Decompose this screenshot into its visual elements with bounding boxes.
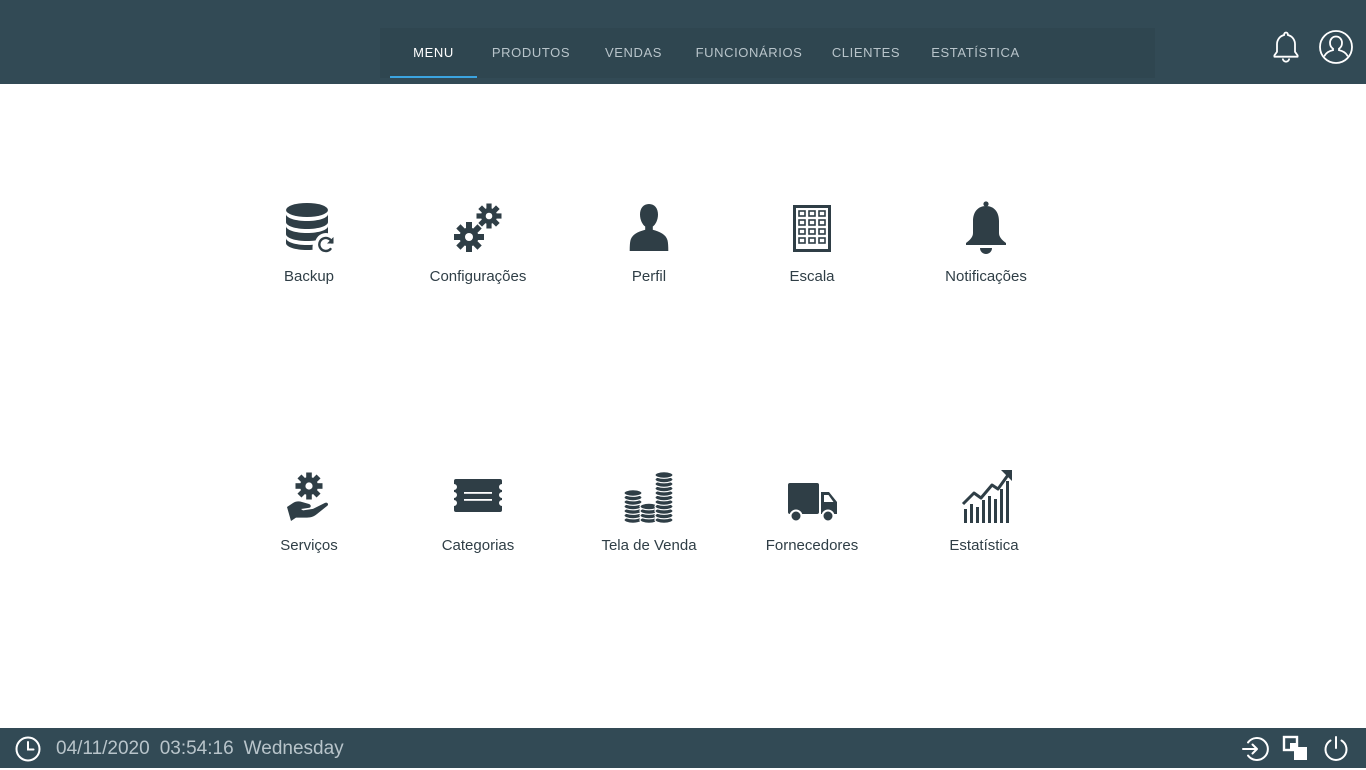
menu-item-label: Estatística bbox=[949, 537, 1019, 554]
card-icon bbox=[448, 467, 508, 527]
menu-item-label: Backup bbox=[283, 268, 335, 285]
truck-icon bbox=[782, 467, 842, 527]
status-date: 04/11/2020 bbox=[56, 738, 150, 759]
menu-item-backup[interactable]: Backup bbox=[229, 198, 389, 308]
menu-item-label: Configurações bbox=[429, 268, 527, 285]
top-bar: MENU PRODUTOS VENDAS FUNCIONÁRIOS CLIENT… bbox=[0, 0, 1366, 84]
menu-item-label: Perfil bbox=[631, 268, 667, 285]
growth-chart-icon bbox=[954, 467, 1014, 527]
gears-icon bbox=[448, 198, 508, 258]
switch-window-icon[interactable] bbox=[1281, 734, 1311, 764]
status-bar: 04/11/2020 03:54:16 Wednesday bbox=[0, 728, 1366, 768]
menu-item-label: Serviços bbox=[280, 537, 338, 554]
tab-menu[interactable]: MENU bbox=[390, 28, 477, 78]
menu-item-tela-de-venda[interactable]: Tela de Venda bbox=[569, 467, 729, 577]
menu-item-escala[interactable]: Escala bbox=[732, 198, 892, 308]
tab-estatistica[interactable]: ESTATÍSTICA bbox=[924, 28, 1027, 78]
logout-icon[interactable] bbox=[1240, 734, 1270, 764]
tab-clientes[interactable]: CLIENTES bbox=[826, 28, 906, 78]
bell-icon[interactable] bbox=[1266, 27, 1306, 67]
status-time: 03:54:16 bbox=[159, 738, 234, 759]
database-refresh-icon bbox=[279, 198, 339, 258]
clock-icon bbox=[14, 735, 42, 763]
tab-produtos[interactable]: PRODUTOS bbox=[485, 28, 577, 78]
menu-item-label: Categorias bbox=[441, 537, 515, 554]
menu-item-servicos[interactable]: Serviços bbox=[229, 467, 389, 577]
menu-item-fornecedores[interactable]: Fornecedores bbox=[732, 467, 892, 577]
menu-item-label: Tela de Venda bbox=[601, 537, 697, 554]
menu-item-estatistica[interactable]: Estatística bbox=[904, 467, 1064, 577]
tab-funcionarios[interactable]: FUNCIONÁRIOS bbox=[690, 28, 808, 78]
menu-item-categorias[interactable]: Categorias bbox=[398, 467, 558, 577]
active-tab-indicator bbox=[390, 76, 477, 78]
user-icon[interactable] bbox=[1316, 27, 1356, 67]
datetime-display: 04/11/2020 03:54:16 Wednesday bbox=[56, 728, 354, 768]
status-weekday: Wednesday bbox=[243, 738, 344, 759]
menu-item-label: Escala bbox=[789, 268, 835, 285]
power-icon[interactable] bbox=[1321, 734, 1351, 764]
bell-icon bbox=[956, 198, 1016, 258]
menu-item-perfil[interactable]: Perfil bbox=[569, 198, 729, 308]
menu-item-label: Notificações bbox=[945, 268, 1027, 285]
menu-item-notificacoes[interactable]: Notificações bbox=[906, 198, 1066, 308]
building-icon bbox=[782, 198, 842, 258]
person-icon bbox=[619, 198, 679, 258]
menu-item-label: Fornecedores bbox=[765, 537, 859, 554]
menu-item-configuracoes[interactable]: Configurações bbox=[398, 198, 558, 308]
coins-icon bbox=[619, 467, 679, 527]
tab-vendas[interactable]: VENDAS bbox=[595, 28, 672, 78]
gear-hand-icon bbox=[279, 467, 339, 527]
nav-tabs: MENU PRODUTOS VENDAS FUNCIONÁRIOS CLIENT… bbox=[380, 28, 1155, 78]
